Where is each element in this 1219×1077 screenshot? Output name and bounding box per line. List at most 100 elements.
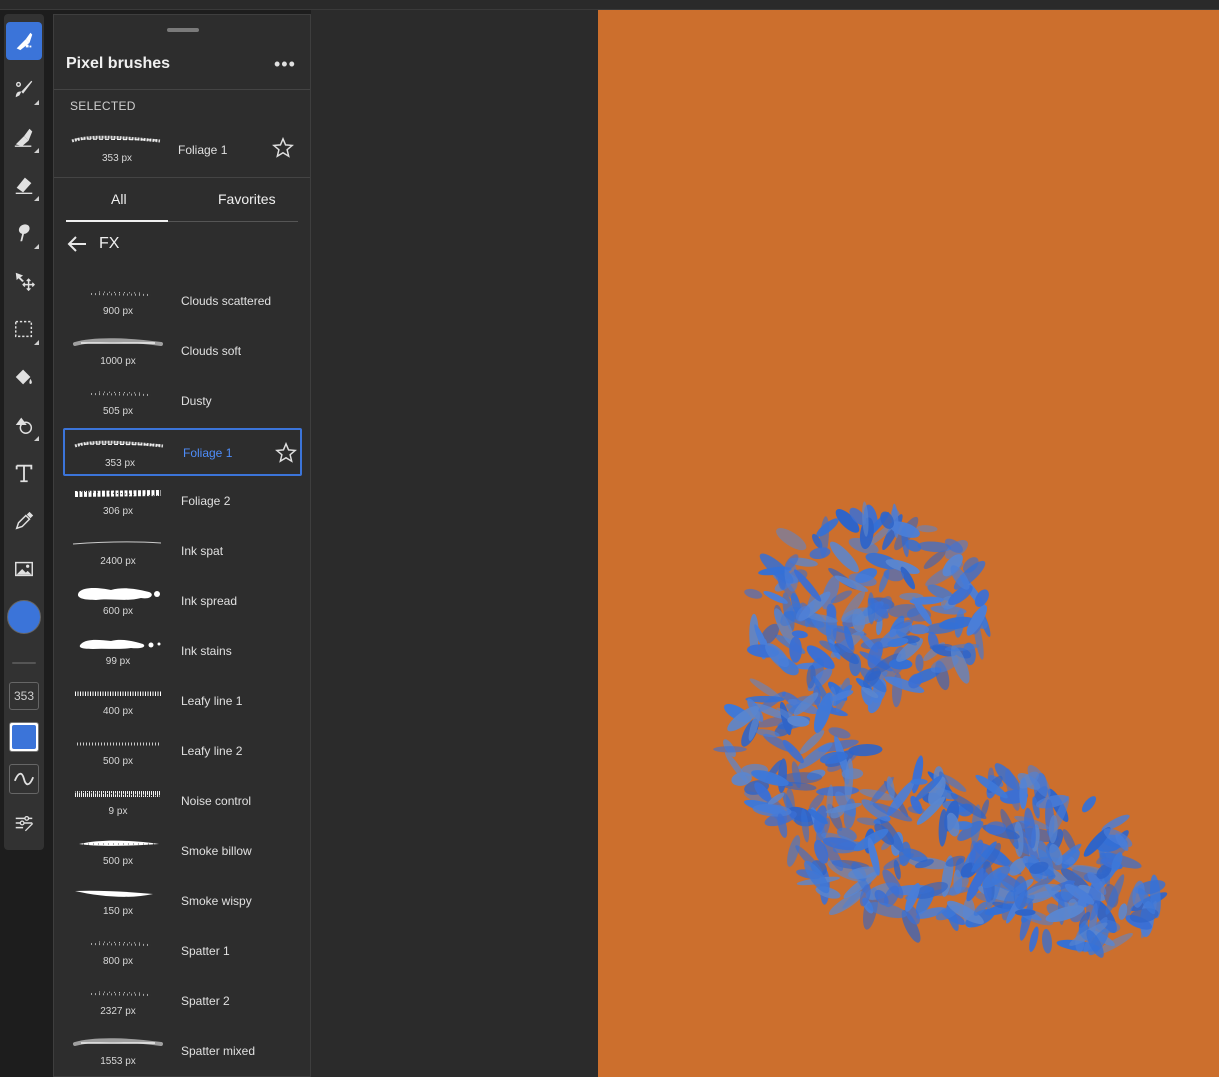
- brush-list-item[interactable]: 353 px Foliage 1: [63, 428, 302, 476]
- brush-stroke-preview: [74, 490, 162, 497]
- brush-stroke-preview: [73, 338, 163, 346]
- divider: [54, 177, 310, 178]
- tab-favorites[interactable]: Favorites: [218, 191, 276, 207]
- marquee-tool[interactable]: [6, 310, 42, 348]
- brush-size: 306 px: [102, 506, 134, 517]
- wave-icon: [13, 772, 35, 786]
- brush-stroke-preview: [79, 840, 159, 846]
- tab-all[interactable]: All: [111, 191, 127, 207]
- brush-stroke-preview: [90, 991, 152, 996]
- brush-name: Leafy line 2: [181, 744, 243, 758]
- brush-shape-button[interactable]: [9, 722, 39, 752]
- selected-label: SELECTED: [70, 99, 136, 113]
- brush-list-item[interactable]: 2400 px Ink spat: [63, 528, 302, 576]
- brush-list-item[interactable]: 306 px Foliage 2: [63, 478, 302, 526]
- brush-list-item[interactable]: 9 px Noise control: [63, 778, 302, 826]
- brush-stroke-preview: [90, 391, 152, 396]
- brush-stroke-preview: [79, 639, 161, 649]
- brush-size-field[interactable]: 353: [9, 682, 39, 710]
- canvas[interactable]: [598, 10, 1219, 1077]
- brush-list-item[interactable]: 99 px Ink stains: [63, 628, 302, 676]
- brush-list-item[interactable]: 1000 px Clouds soft: [63, 328, 302, 376]
- brush-settings-tool[interactable]: [6, 804, 42, 842]
- brush-name: Foliage 1: [178, 143, 228, 157]
- brush-stroke-preview: [71, 135, 161, 143]
- tool-bar: 353: [4, 14, 44, 850]
- marquee-icon: [15, 320, 33, 338]
- brush-stroke-preview: [74, 440, 164, 448]
- eyedropper-icon: [15, 511, 34, 530]
- brush-size: 400 px: [102, 706, 134, 717]
- fill-brush-icon: [14, 128, 33, 147]
- category-title: FX: [99, 235, 120, 252]
- brush-stroke-preview: [75, 691, 161, 698]
- brush-list-item[interactable]: 600 px Ink spread: [63, 578, 302, 626]
- brush-name: Spatter 2: [181, 994, 230, 1008]
- divider: [54, 89, 310, 90]
- brush-size: 99 px: [105, 656, 131, 667]
- paint-brush-tool[interactable]: [6, 70, 42, 108]
- brush-size: 800 px: [102, 956, 134, 967]
- eyedropper-tool[interactable]: [6, 502, 42, 540]
- toolbar-divider: [12, 662, 36, 664]
- eraser-icon: [15, 177, 33, 194]
- shape-tool[interactable]: [6, 406, 42, 444]
- workspace-background: [311, 10, 598, 1077]
- brush-name: Leafy line 1: [181, 694, 243, 708]
- shape-icon: [15, 417, 33, 434]
- pixel-brush-tool[interactable]: [6, 22, 42, 60]
- brush-list-item[interactable]: 800 px Spatter 1: [63, 928, 302, 976]
- star-icon[interactable]: [272, 137, 294, 159]
- smudge-tool[interactable]: [6, 214, 42, 252]
- brush-list-item[interactable]: 900 px Clouds scattered: [63, 278, 302, 326]
- brush-settings-icon: [15, 815, 34, 832]
- brush-name: Ink spread: [181, 594, 238, 608]
- brush-stroke-preview: [90, 941, 152, 946]
- fill-brush-tool[interactable]: [6, 118, 42, 156]
- eraser-tool[interactable]: [6, 166, 42, 204]
- brush-name: Foliage 1: [183, 446, 233, 460]
- paint-bucket-tool[interactable]: [6, 358, 42, 396]
- brush-name: Spatter mixed: [181, 1044, 256, 1058]
- panel-drag-handle[interactable]: [167, 28, 199, 32]
- brush-name: Ink stains: [181, 644, 232, 658]
- brush-list-item[interactable]: 1553 px Spatter mixed: [63, 1028, 302, 1076]
- brush-size: 1000 px: [100, 356, 136, 367]
- tab-track: [168, 221, 298, 222]
- move-icon: [15, 272, 35, 292]
- brush-name: Clouds soft: [181, 344, 242, 358]
- brush-list-item[interactable]: 500 px Smoke billow: [63, 828, 302, 876]
- pixel-brushes-panel: Pixel brushes ••• SELECTED 353 px Foliag…: [53, 14, 311, 1077]
- brush-size: 150 px: [102, 906, 134, 917]
- brush-size: 1553 px: [100, 1056, 136, 1067]
- brush-list-item[interactable]: 150 px Smoke wispy: [63, 878, 302, 926]
- brush-name: Dusty: [181, 394, 212, 408]
- active-tab-indicator: [66, 220, 168, 222]
- brush-stroke-preview: [90, 291, 152, 296]
- brush-list-item[interactable]: 500 px Leafy line 2: [63, 728, 302, 776]
- brush-stroke-preview: [72, 541, 162, 545]
- brush-name: Foliage 2: [181, 494, 231, 508]
- back-arrow-icon[interactable]: [66, 234, 90, 254]
- more-horizontal-icon[interactable]: •••: [274, 55, 296, 73]
- move-tool[interactable]: [6, 262, 42, 300]
- image-tool[interactable]: [6, 550, 42, 588]
- color-picker[interactable]: [7, 600, 41, 634]
- foliage-painting: [713, 501, 1168, 958]
- brush-size: 2400 px: [100, 556, 136, 567]
- brush-list-item[interactable]: 2327 px Spatter 2: [63, 978, 302, 1026]
- selected-brush[interactable]: 353 px Foliage 1: [54, 119, 310, 171]
- brush-smoothing-button[interactable]: [9, 764, 39, 794]
- brush-size: 500 px: [102, 756, 134, 767]
- brush-size: 9 px: [108, 806, 128, 817]
- star-icon[interactable]: [275, 442, 297, 464]
- brush-stroke-preview: [73, 1038, 163, 1046]
- panel-title: Pixel brushes: [66, 55, 171, 72]
- brush-size: 600 px: [102, 606, 134, 617]
- pixel-brush-icon: [16, 32, 33, 51]
- brush-name: Noise control: [181, 794, 252, 808]
- brush-list-item[interactable]: 505 px Dusty: [63, 378, 302, 426]
- brush-list-item[interactable]: 400 px Leafy line 1: [63, 678, 302, 726]
- brush-name: Ink spat: [181, 544, 224, 558]
- text-tool[interactable]: [6, 454, 42, 492]
